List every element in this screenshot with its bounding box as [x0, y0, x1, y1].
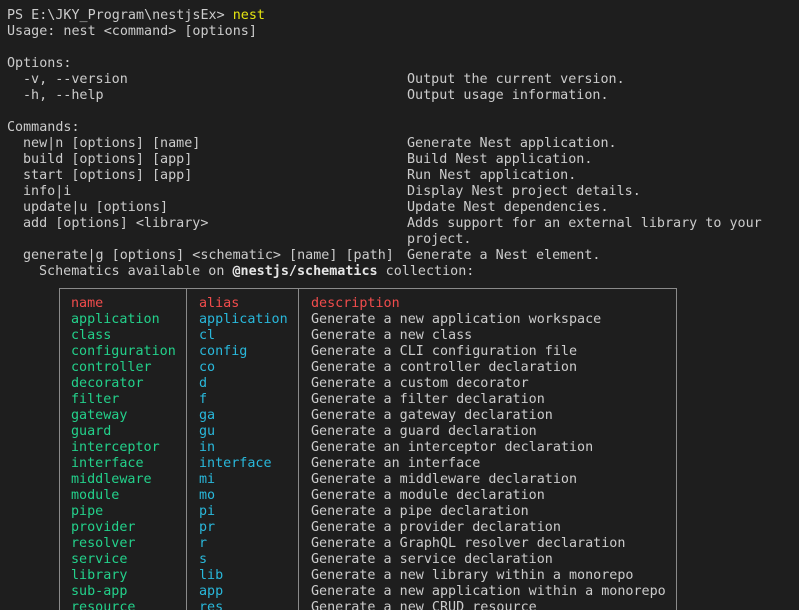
- schematic-description: Generate a new CRUD resource: [311, 600, 537, 610]
- schematic-alias: res: [199, 600, 224, 610]
- command-desc: Adds support for an external library to …: [407, 216, 762, 231]
- schematic-alias: r: [199, 536, 208, 551]
- schematic-name: middleware: [71, 472, 152, 487]
- table-header-name: name: [71, 296, 104, 311]
- schematic-name: interceptor: [71, 440, 160, 455]
- schematic-alias: lib: [199, 568, 224, 583]
- schematic-description: Generate a gateway declaration: [311, 408, 553, 423]
- schematics-note-prefix: Schematics available on: [39, 264, 233, 279]
- schematic-alias: s: [199, 552, 208, 567]
- schematic-alias: config: [199, 344, 248, 359]
- option-flag: -h, --help: [23, 88, 104, 103]
- option-desc: Output the current version.: [407, 72, 625, 87]
- usage-line: Usage: nest <command> [options]: [7, 24, 257, 39]
- schematic-name: class: [71, 328, 112, 343]
- schematic-name: module: [71, 488, 120, 503]
- schematic-description: Generate a pipe declaration: [311, 504, 529, 519]
- schematic-name: configuration: [71, 344, 176, 359]
- schematic-name: application: [71, 312, 160, 327]
- schematic-name: controller: [71, 360, 152, 375]
- schematic-alias: application: [199, 312, 288, 327]
- schematic-description: Generate a GraphQL resolver declaration: [311, 536, 626, 551]
- schematic-description: Generate a new class: [311, 328, 473, 343]
- schematic-alias: mo: [199, 488, 216, 503]
- schematic-description: Generate an interceptor declaration: [311, 440, 594, 455]
- schematic-name: guard: [71, 424, 112, 439]
- table-header-alias: alias: [199, 296, 240, 311]
- table-column-divider: [186, 288, 187, 610]
- schematic-name: sub-app: [71, 584, 128, 599]
- schematics-note-suffix: collection:: [377, 264, 475, 279]
- schematic-description: Generate a module declaration: [311, 488, 545, 503]
- schematic-description: Generate a service declaration: [311, 552, 553, 567]
- schematic-name: interface: [71, 456, 144, 471]
- schematics-collection-name: @nestjs/schematics: [232, 264, 378, 279]
- table-column-divider: [298, 288, 299, 610]
- schematic-name: decorator: [71, 376, 144, 391]
- schematics-note: Schematics available on @nestjs/schemati…: [39, 264, 474, 280]
- command-name: info|i: [23, 184, 72, 199]
- schematic-alias: interface: [199, 456, 272, 471]
- schematic-description: Generate a filter declaration: [311, 392, 545, 407]
- option-desc: Output usage information.: [407, 88, 609, 103]
- prompt-line: PS E:\JKY_Program\nestjsEx> nest: [7, 8, 265, 24]
- commands-header: Commands:: [7, 120, 80, 135]
- schematic-name: pipe: [71, 504, 104, 519]
- schematic-name: filter: [71, 392, 120, 407]
- terminal-window[interactable]: PS E:\JKY_Program\nestjsEx> nest Usage: …: [0, 0, 799, 610]
- schematic-description: Generate a provider declaration: [311, 520, 561, 535]
- schematic-alias: f: [199, 392, 208, 407]
- schematic-name: gateway: [71, 408, 128, 423]
- schematic-alias: mi: [199, 472, 216, 487]
- option-flag: -v, --version: [23, 72, 128, 87]
- command-name: update|u [options]: [23, 200, 169, 215]
- command-name: new|n [options] [name]: [23, 136, 201, 151]
- schematic-alias: pi: [199, 504, 216, 519]
- command-name: start [options] [app]: [23, 168, 193, 183]
- command-desc: Update Nest dependencies.: [407, 200, 609, 215]
- prompt-command: nest: [232, 8, 265, 23]
- schematic-alias: in: [199, 440, 216, 455]
- schematic-name: provider: [71, 520, 136, 535]
- schematic-description: Generate an interface: [311, 456, 481, 471]
- table-header-description: description: [311, 296, 400, 311]
- command-desc: Generate a Nest element.: [407, 248, 601, 263]
- schematic-description: Generate a guard declaration: [311, 424, 537, 439]
- schematic-description: Generate a new application workspace: [311, 312, 602, 327]
- schematic-alias: pr: [199, 520, 216, 535]
- schematic-description: Generate a CLI configuration file: [311, 344, 578, 359]
- command-desc: Run Nest application.: [407, 168, 577, 183]
- schematic-alias: cl: [199, 328, 216, 343]
- command-name: generate|g [options] <schematic> [name] …: [23, 248, 394, 263]
- schematic-name: service: [71, 552, 128, 567]
- command-name: build [options] [app]: [23, 152, 193, 167]
- schematic-name: library: [71, 568, 128, 583]
- command-desc: Display Nest project details.: [407, 184, 641, 199]
- schematic-description: Generate a new application within a mono…: [311, 584, 666, 599]
- schematic-alias: ga: [199, 408, 216, 423]
- schematic-description: Generate a middleware declaration: [311, 472, 578, 487]
- schematic-description: Generate a controller declaration: [311, 360, 578, 375]
- command-desc: Generate Nest application.: [407, 136, 617, 151]
- schematic-alias: gu: [199, 424, 216, 439]
- command-name: add [options] <library>: [23, 216, 209, 231]
- command-desc: Build Nest application.: [407, 152, 593, 167]
- schematic-alias: co: [199, 360, 216, 375]
- schematic-description: Generate a new library within a monorepo: [311, 568, 634, 583]
- schematic-name: resolver: [71, 536, 136, 551]
- command-desc-continued: project.: [407, 232, 472, 247]
- schematic-alias: d: [199, 376, 208, 391]
- prompt-path: PS E:\JKY_Program\nestjsEx>: [7, 8, 225, 23]
- schematic-name: resource: [71, 600, 136, 610]
- schematic-alias: app: [199, 584, 224, 599]
- options-header: Options:: [7, 56, 72, 71]
- schematic-description: Generate a custom decorator: [311, 376, 529, 391]
